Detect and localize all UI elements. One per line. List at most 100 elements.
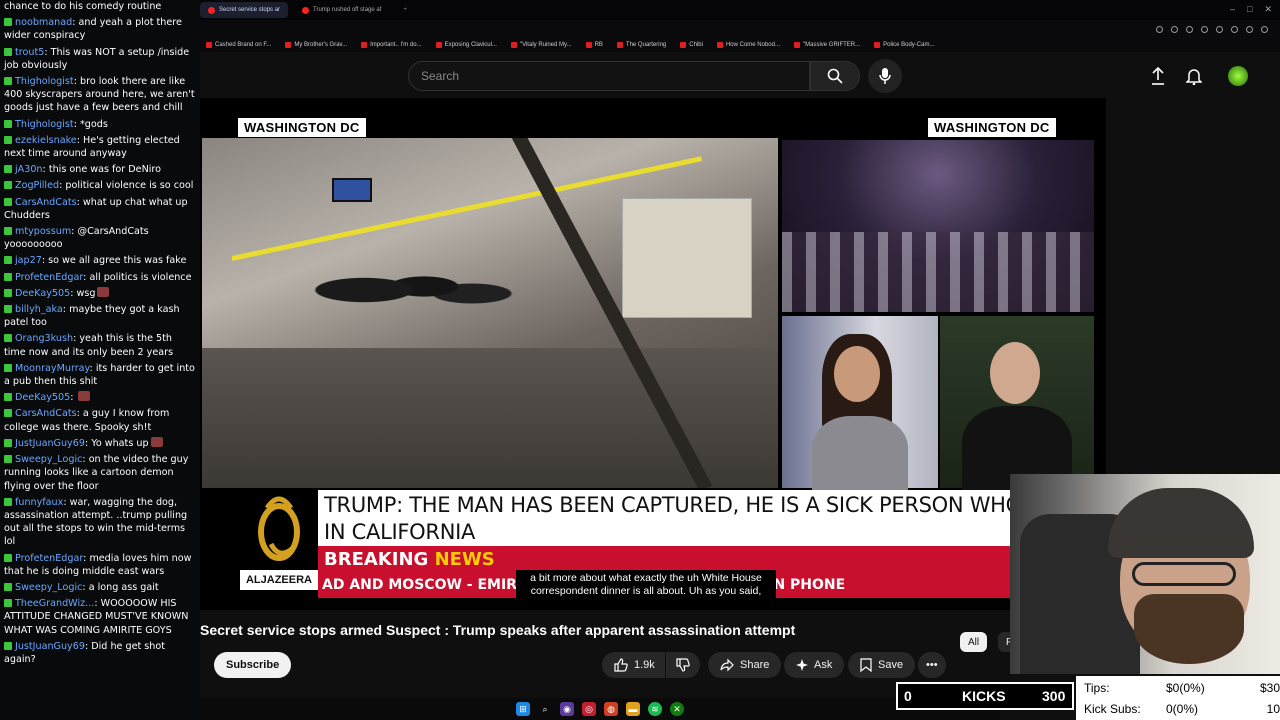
more-actions-button[interactable]: •••: [918, 652, 946, 678]
chat-username[interactable]: CarsAndCats: [15, 408, 77, 419]
search-input[interactable]: Search: [408, 61, 810, 91]
search-button[interactable]: [810, 61, 860, 91]
headline: TRUMP: THE MAN HAS BEEN CAPTURED, HE IS …: [318, 490, 1106, 546]
avatar[interactable]: [1226, 64, 1250, 88]
chat-username[interactable]: CarsAndCats: [15, 197, 77, 208]
video-actions: Subscribe 1.9k Share Ask Save •••: [200, 650, 960, 678]
obs-icon[interactable]: ◎: [582, 702, 596, 716]
chat-username[interactable]: jap27: [15, 255, 42, 266]
search-icon[interactable]: ⌕: [538, 702, 552, 716]
discord-icon[interactable]: ◉: [560, 702, 574, 716]
chat-username[interactable]: ProfetenEdgar: [15, 553, 83, 564]
chat-username[interactable]: trout5: [15, 47, 44, 58]
spotify-icon[interactable]: ≋: [648, 702, 662, 716]
chat-username[interactable]: JustJuanGuy69: [15, 641, 85, 652]
youtube-icon: [435, 42, 442, 48]
chat-text: all politics is violence: [89, 271, 192, 283]
bookmark-item[interactable]: Cashed Brand on F...: [206, 42, 271, 48]
chat-username[interactable]: mtypossum: [15, 226, 71, 237]
subscribe-button[interactable]: Subscribe: [214, 652, 292, 678]
verified-badge-icon: [4, 497, 12, 506]
kicks-goal-widget: 0 KICKS 300: [896, 682, 1074, 710]
extension-icon[interactable]: [1216, 25, 1223, 33]
chat-username[interactable]: ZogPilled: [15, 180, 59, 191]
streamer-glasses: [1132, 562, 1236, 586]
xbox-icon[interactable]: ✕: [670, 702, 684, 716]
aljazeera-logo: [240, 482, 318, 574]
new-tab-button[interactable]: +: [395, 2, 415, 18]
profile-avatar-icon: [1228, 66, 1248, 86]
like-button[interactable]: 1.9k: [602, 652, 665, 678]
bell-icon: [1186, 69, 1202, 85]
bookmark-item[interactable]: Exposing Clavicul...: [435, 42, 497, 48]
guest-feed: [940, 316, 1094, 496]
chat-username[interactable]: Thighologist: [15, 119, 74, 130]
windows-start-icon[interactable]: ⊞: [516, 702, 530, 716]
upload-button[interactable]: [1146, 64, 1170, 88]
extension-icon[interactable]: [1246, 25, 1253, 33]
chat-text: political violence is so cool: [65, 180, 194, 192]
chat-username[interactable]: noobmanad: [15, 17, 72, 28]
chat-username[interactable]: TheeGrandWiz...: [15, 598, 94, 609]
translate-icon[interactable]: [1171, 25, 1178, 33]
bookmark-star-icon[interactable]: [1201, 25, 1208, 33]
history-icon[interactable]: [1186, 25, 1193, 33]
save-button[interactable]: Save: [848, 652, 916, 678]
chat-username[interactable]: DeeKay505: [15, 392, 70, 403]
youtube-icon: [680, 42, 687, 48]
chat-username[interactable]: billyh_aka: [15, 304, 63, 315]
extension-icon[interactable]: [1231, 25, 1238, 33]
chat-message: JustJuanGuy69: Yo whats up: [4, 436, 196, 450]
bookmark-item[interactable]: Chibi: [680, 42, 703, 48]
profile-icon[interactable]: [1261, 25, 1268, 33]
minimize-icon[interactable]: –: [1230, 4, 1235, 15]
chat-username[interactable]: Sweepy_Logic: [15, 582, 82, 593]
chrome-icon[interactable]: ◍: [604, 702, 618, 716]
chat-username[interactable]: ProfetenEdgar: [15, 272, 83, 283]
maximize-icon[interactable]: □: [1247, 4, 1252, 15]
folder-icon[interactable]: ▬: [626, 702, 640, 716]
bookmark-label: Exposing Clavicul...: [444, 42, 497, 48]
chat-username[interactable]: funnyfaux: [15, 497, 63, 508]
notifications-button[interactable]: [1182, 64, 1206, 88]
video-player[interactable]: WASHINGTON DC WASHINGTON DC ALJAZEERA TR…: [200, 98, 1106, 610]
chat-username[interactable]: jA30n: [15, 164, 43, 175]
closed-caption: a bit more about what exactly the uh Whi…: [516, 570, 776, 600]
chat-username[interactable]: Sweepy_Logic: [15, 454, 82, 465]
chat-message: DeeKay505: wsg: [4, 286, 196, 300]
zoom-icon[interactable]: [1156, 25, 1163, 33]
chat-message: JustJuanGuy69: Did he get shot again?: [4, 640, 165, 665]
aljazeera-logo-icon: [258, 496, 300, 561]
chat-message: ZogPilled: political violence is so cool: [4, 179, 196, 192]
tab-secret-service[interactable]: Secret service stops ar: [200, 2, 289, 18]
verified-badge-icon: [4, 256, 12, 265]
share-button[interactable]: Share: [708, 652, 782, 678]
bookmark-item[interactable]: Important.. I'm do...: [361, 42, 422, 48]
bookmark-item[interactable]: The Quartering: [616, 42, 666, 48]
bookmark-label: Police Body-Cam...: [883, 42, 935, 48]
chat-username[interactable]: Orang3kush: [15, 333, 73, 344]
verified-badge-icon: [4, 181, 12, 190]
bookmark-item[interactable]: "Massive GRIFTER...: [793, 42, 860, 48]
bookmark-item[interactable]: How Come Nobod...: [716, 42, 780, 48]
bookmark-item[interactable]: "Vitaly Ruined My...: [510, 42, 572, 48]
chat-username[interactable]: MoonrayMurray: [15, 363, 90, 374]
chat-username[interactable]: ezekielsnake: [15, 135, 77, 146]
chat-username[interactable]: JustJuanGuy69: [15, 438, 85, 449]
bookmark-item[interactable]: My Brother's Grav...: [285, 42, 347, 48]
bookmark-item[interactable]: Police Body-Cam...: [874, 42, 934, 48]
chat-text: Yo whats up: [91, 437, 149, 449]
tab-trump-rushed[interactable]: Trump rushed off stage af: [294, 2, 389, 18]
ask-button[interactable]: Ask: [784, 652, 845, 678]
crowd: [292, 248, 532, 318]
youtube-icon: [585, 42, 592, 48]
close-icon[interactable]: ✕: [1264, 4, 1272, 15]
streamer-beard: [1134, 594, 1244, 664]
dislike-button[interactable]: [666, 652, 700, 678]
youtube-icon: [793, 42, 800, 48]
bookmark-item[interactable]: RB: [585, 42, 603, 48]
voice-search-button[interactable]: [868, 59, 902, 93]
chat-username[interactable]: DeeKay505: [15, 288, 70, 299]
subs-goal: 10: [1266, 702, 1280, 716]
chat-username[interactable]: Thighologist: [15, 76, 74, 87]
